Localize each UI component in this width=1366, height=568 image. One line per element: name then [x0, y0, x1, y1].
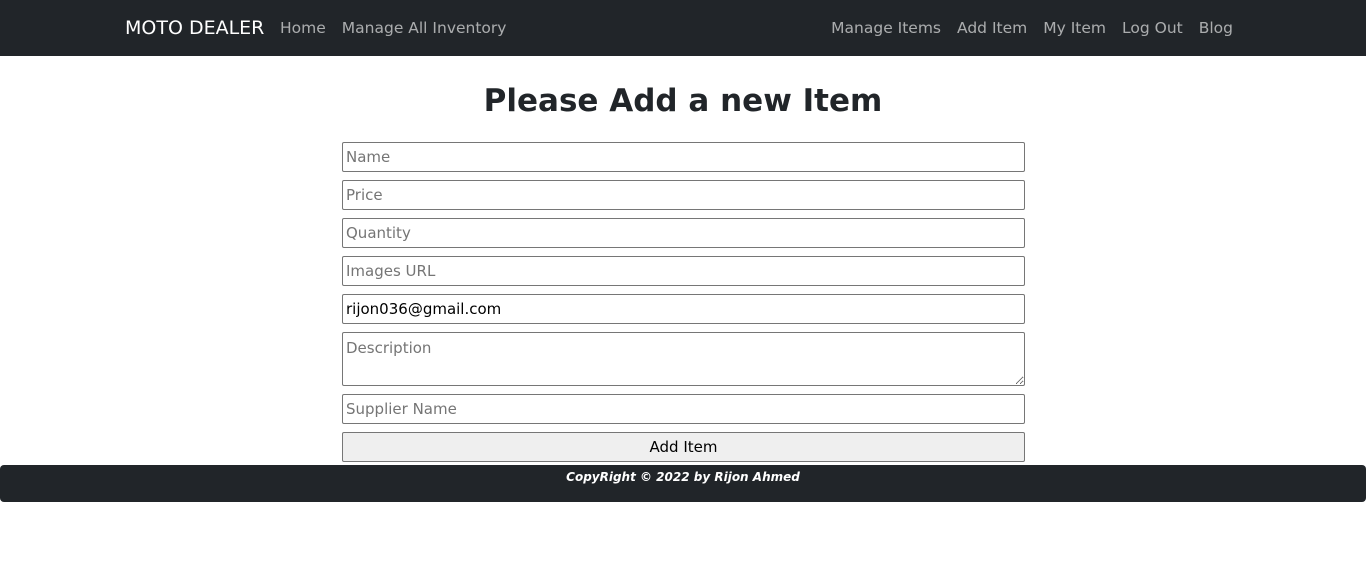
images-url-input[interactable]	[342, 256, 1025, 286]
nav-link-add-item[interactable]: Add Item	[957, 17, 1027, 39]
nav-link-blog[interactable]: Blog	[1199, 17, 1233, 39]
navbar: MOTO DEALER Home Manage All Inventory Ma…	[0, 0, 1366, 56]
quantity-input[interactable]	[342, 218, 1025, 248]
nav-link-my-item[interactable]: My Item	[1043, 17, 1106, 39]
nav-link-manage-all-inventory[interactable]: Manage All Inventory	[342, 17, 507, 39]
nav-left-group: Home Manage All Inventory	[280, 17, 506, 39]
nav-right-group: Manage Items Add Item My Item Log Out Bl…	[831, 17, 1233, 39]
nav-link-manage-items[interactable]: Manage Items	[831, 17, 941, 39]
supplier-name-input[interactable]	[342, 394, 1025, 424]
description-textarea[interactable]	[342, 332, 1025, 386]
page-title: Please Add a new Item	[483, 83, 883, 119]
nav-link-home[interactable]: Home	[280, 17, 326, 39]
add-item-button[interactable]: Add Item	[342, 432, 1025, 462]
name-input[interactable]	[342, 142, 1025, 172]
footer: CopyRight © 2022 by Rijon Ahmed	[0, 465, 1366, 502]
copyright-text: CopyRight © 2022 by Rijon Ahmed	[566, 470, 800, 484]
nav-link-log-out[interactable]: Log Out	[1122, 17, 1183, 39]
email-input[interactable]	[342, 294, 1025, 324]
brand-logo-link[interactable]: MOTO DEALER	[125, 15, 264, 41]
add-item-form: Add Item	[342, 142, 1025, 462]
price-input[interactable]	[342, 180, 1025, 210]
